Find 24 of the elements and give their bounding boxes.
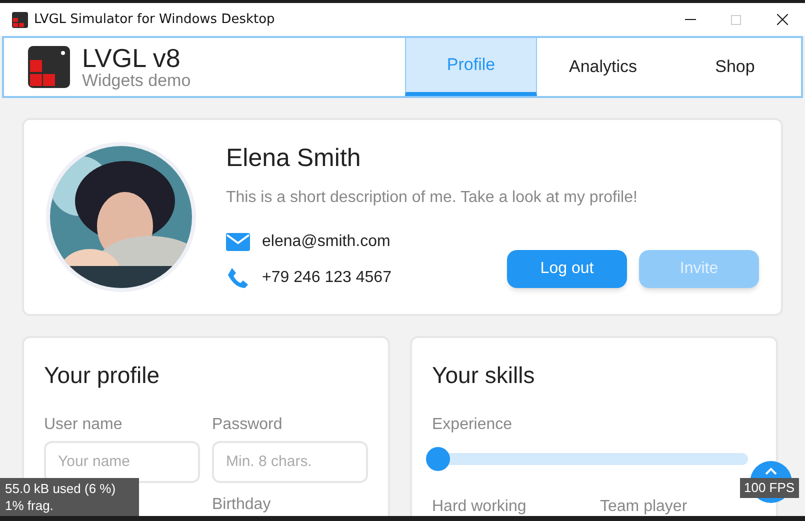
input-field[interactable]: Your name xyxy=(44,440,200,482)
field-label: Password xyxy=(212,414,284,434)
field-label: Birthday xyxy=(212,494,272,514)
fps-text: 100 FPS xyxy=(744,479,795,498)
tab[interactable]: Analytics xyxy=(537,38,669,96)
fragmentation-text: 1% frag. xyxy=(5,497,54,514)
field-label: Experience xyxy=(432,414,514,434)
window-title: LVGL Simulator for Windows Desktop xyxy=(34,10,275,29)
field-label: Hard working xyxy=(432,496,528,516)
action-button[interactable]: Log out xyxy=(507,250,627,288)
profile-name: Elena Smith xyxy=(226,143,362,174)
section-title: Your skills xyxy=(432,361,536,390)
app-title: LVGL v8 xyxy=(82,45,182,71)
phone-text: +79 246 123 4567 xyxy=(262,268,392,288)
profile-description: This is a short description of me. Take a look at my profile! xyxy=(226,188,638,208)
field-label: User name xyxy=(44,414,124,434)
tab[interactable]: Profile xyxy=(405,38,537,96)
tab[interactable]: Shop xyxy=(669,38,801,96)
input-field[interactable]: Min. 8 chars. xyxy=(212,440,368,482)
section-title: Your profile xyxy=(44,361,161,390)
email-text: elena@smith.com xyxy=(262,232,390,252)
memory-text: 55.0 kB used (6 %) xyxy=(5,480,117,497)
field-label: Team player xyxy=(600,496,688,516)
app-subtitle: Widgets demo xyxy=(82,72,191,89)
